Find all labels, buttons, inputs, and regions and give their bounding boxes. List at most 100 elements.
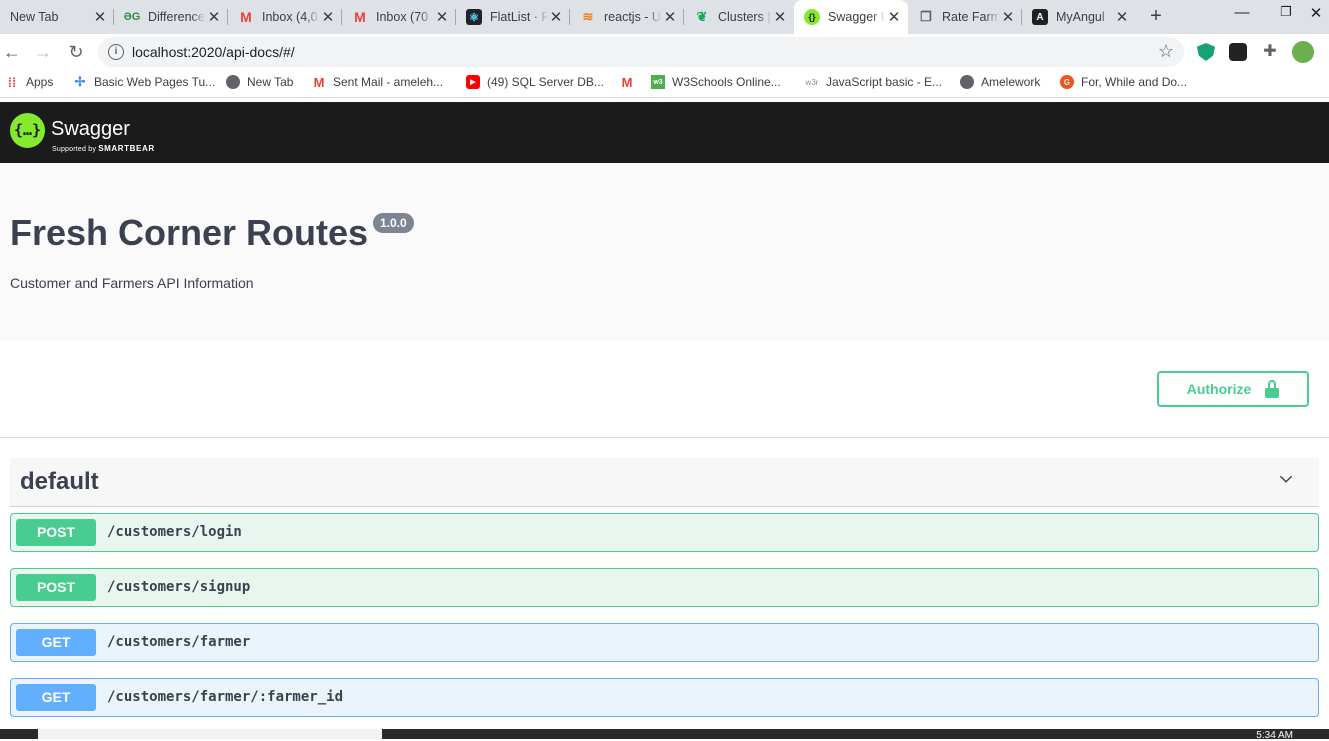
unlock-icon xyxy=(1265,380,1280,398)
chevron-down-icon[interactable] xyxy=(1279,472,1293,486)
close-icon[interactable]: ✕ xyxy=(1000,8,1016,26)
window-close-icon[interactable]: ✕ xyxy=(1296,4,1329,22)
method-badge: GET xyxy=(16,629,96,656)
site-info-icon[interactable]: i xyxy=(108,44,124,60)
tab-rate-farm[interactable]: ❒ Rate Farm ✕ xyxy=(908,0,1022,34)
smartbear-text: SMARTBEAR xyxy=(98,144,155,153)
gmail-icon: M xyxy=(240,9,252,25)
gmail-icon: M xyxy=(621,74,633,90)
new-tab-plus-icon[interactable]: + xyxy=(1145,5,1167,27)
bookmark-label: Basic Web Pages Tu... xyxy=(94,75,216,89)
tab-inbox-2[interactable]: M Inbox (70 ✕ xyxy=(342,0,456,34)
tab-clusters[interactable]: ❦ Clusters | ✕ xyxy=(684,0,794,34)
bookmark-apps[interactable]: ⁞⁞ Apps xyxy=(5,74,54,90)
bookmark-sent-mail[interactable]: M Sent Mail - ameleh... xyxy=(312,75,444,90)
reload-icon[interactable]: ↻ xyxy=(64,40,88,64)
bookmark-basic-web-pages[interactable]: ✢ Basic Web Pages Tu... xyxy=(73,74,216,89)
opblock-tag-default[interactable]: default xyxy=(10,458,1319,507)
tab-swagger-ui[interactable]: {} Swagger UI ✕ xyxy=(794,0,908,34)
gmail-icon: M xyxy=(354,9,366,25)
section-title: default xyxy=(20,468,99,495)
close-icon[interactable]: ✕ xyxy=(772,8,788,26)
address-bar[interactable]: i localhost:2020/api-docs/#/ ☆ xyxy=(98,37,1184,67)
operation-post-customers-signup[interactable]: POST /customers/signup xyxy=(10,568,1319,607)
close-icon[interactable]: ✕ xyxy=(434,8,450,26)
tab-title: FlatList · R xyxy=(490,10,548,24)
tab-new-tab[interactable]: New Tab ✕ xyxy=(0,0,114,34)
w3schools-icon: w3 xyxy=(651,75,665,89)
page-icon: ❒ xyxy=(920,9,932,24)
bookmark-javascript-basic[interactable]: w3r JavaScript basic - E... xyxy=(805,75,943,89)
api-info: Fresh Corner Routes 1.0.0 Customer and F… xyxy=(0,163,1329,341)
bookmark-label: New Tab xyxy=(247,75,294,89)
close-icon[interactable]: ✕ xyxy=(1114,8,1130,26)
forward-arrow-icon[interactable]: → xyxy=(31,40,55,64)
tab-strip: New Tab ✕ ƏG Difference ✕ M Inbox (4,0 ✕… xyxy=(0,0,1329,34)
swagger-topbar: {…} Swagger Supported by SMARTBEAR xyxy=(0,102,1329,163)
tab-title: New Tab xyxy=(10,10,59,24)
bookmark-sql-server[interactable]: ▶ (49) SQL Server DB... xyxy=(466,75,604,89)
swagger-logo-icon[interactable]: {…} xyxy=(10,113,45,148)
extensions-puzzle-icon[interactable]: ✚ xyxy=(1261,43,1279,61)
operation-post-customers-login[interactable]: POST /customers/login xyxy=(10,513,1319,552)
operation-path: /customers/farmer xyxy=(107,634,251,650)
youtube-icon: ▶ xyxy=(466,75,480,89)
os-taskbar: 5:34 AM xyxy=(0,729,1329,741)
bookmark-w3schools[interactable]: w3 W3Schools Online... xyxy=(651,75,781,89)
tab-myangular[interactable]: A MyAngul ✕ xyxy=(1022,0,1136,34)
minimize-icon[interactable]: — xyxy=(1222,4,1262,21)
operation-get-customers-farmer-id[interactable]: GET /customers/farmer/:farmer_id xyxy=(10,678,1319,717)
bookmark-new-tab[interactable]: New Tab xyxy=(226,75,293,89)
taskbar-clock: 5:34 AM xyxy=(1256,730,1293,741)
operation-get-customers-farmer[interactable]: GET /customers/farmer xyxy=(10,623,1319,662)
react-devtools-extension-icon[interactable] xyxy=(1229,43,1247,61)
authorize-button[interactable]: Authorize xyxy=(1157,371,1309,407)
apps-grid-icon: ⁞⁞ xyxy=(7,74,17,90)
bookmark-label: (49) SQL Server DB... xyxy=(487,75,604,89)
taskbar-search[interactable] xyxy=(38,729,382,739)
tab-flatlist[interactable]: ⚛ FlatList · R ✕ xyxy=(456,0,570,34)
bookmark-label: Sent Mail - ameleh... xyxy=(333,75,444,89)
authorize-label: Authorize xyxy=(1186,381,1252,397)
supported-by-text: Supported by xyxy=(52,146,97,153)
tab-title: reactjs - U xyxy=(604,10,661,24)
bookmark-label: JavaScript basic - E... xyxy=(826,75,943,89)
close-icon[interactable]: ✕ xyxy=(548,8,564,26)
profile-avatar[interactable] xyxy=(1292,41,1314,63)
close-icon[interactable]: ✕ xyxy=(662,8,678,26)
bookmark-star-icon[interactable]: ☆ xyxy=(1158,41,1174,62)
bookmark-for-while[interactable]: G For, While and Do... xyxy=(1060,75,1187,89)
operation-path: /customers/login xyxy=(107,524,242,540)
swagger-supported-by: Supported by SMARTBEAR xyxy=(52,144,155,153)
page-title: Fresh Corner Routes xyxy=(10,212,369,253)
version-badge: 1.0.0 xyxy=(373,213,414,233)
back-arrow-icon[interactable]: ← xyxy=(0,40,24,64)
angular-icon: A xyxy=(1032,9,1048,25)
operation-path: /customers/farmer/:farmer_id xyxy=(107,689,344,705)
bookmark-amelework[interactable]: Amelework xyxy=(960,75,1040,89)
tab-title: Inbox (70 xyxy=(376,10,429,24)
tab-title: Swagger UI xyxy=(828,10,886,24)
close-icon[interactable]: ✕ xyxy=(320,8,336,26)
close-icon[interactable]: ✕ xyxy=(886,8,902,26)
bookmark-label: For, While and Do... xyxy=(1081,75,1188,89)
operation-path: /customers/signup xyxy=(107,579,251,595)
tab-inbox-1[interactable]: M Inbox (4,0 ✕ xyxy=(228,0,342,34)
api-description: Customer and Farmers API Information xyxy=(10,275,254,291)
shield-extension-icon[interactable] xyxy=(1197,43,1215,61)
tab-title: Rate Farm xyxy=(942,10,1000,24)
tab-title: Clusters | xyxy=(718,10,771,24)
bookmarks-bar: ⁞⁞ Apps ✢ Basic Web Pages Tu... New Tab … xyxy=(0,70,1329,98)
bookmark-gmail[interactable]: M xyxy=(620,74,641,90)
close-icon[interactable]: ✕ xyxy=(206,8,222,26)
tab-reactjs[interactable]: ≋ reactjs - U ✕ xyxy=(570,0,684,34)
url-text[interactable]: localhost:2020/api-docs/#/ xyxy=(132,44,295,60)
globe-icon xyxy=(960,75,974,89)
close-icon[interactable]: ✕ xyxy=(92,8,108,26)
stackoverflow-icon: ≋ xyxy=(582,9,594,24)
tab-difference[interactable]: ƏG Difference ✕ xyxy=(114,0,228,34)
tab-title: Difference xyxy=(148,10,205,24)
react-native-icon: ⚛ xyxy=(466,9,482,25)
method-badge: POST xyxy=(16,574,96,601)
method-badge: GET xyxy=(16,684,96,711)
